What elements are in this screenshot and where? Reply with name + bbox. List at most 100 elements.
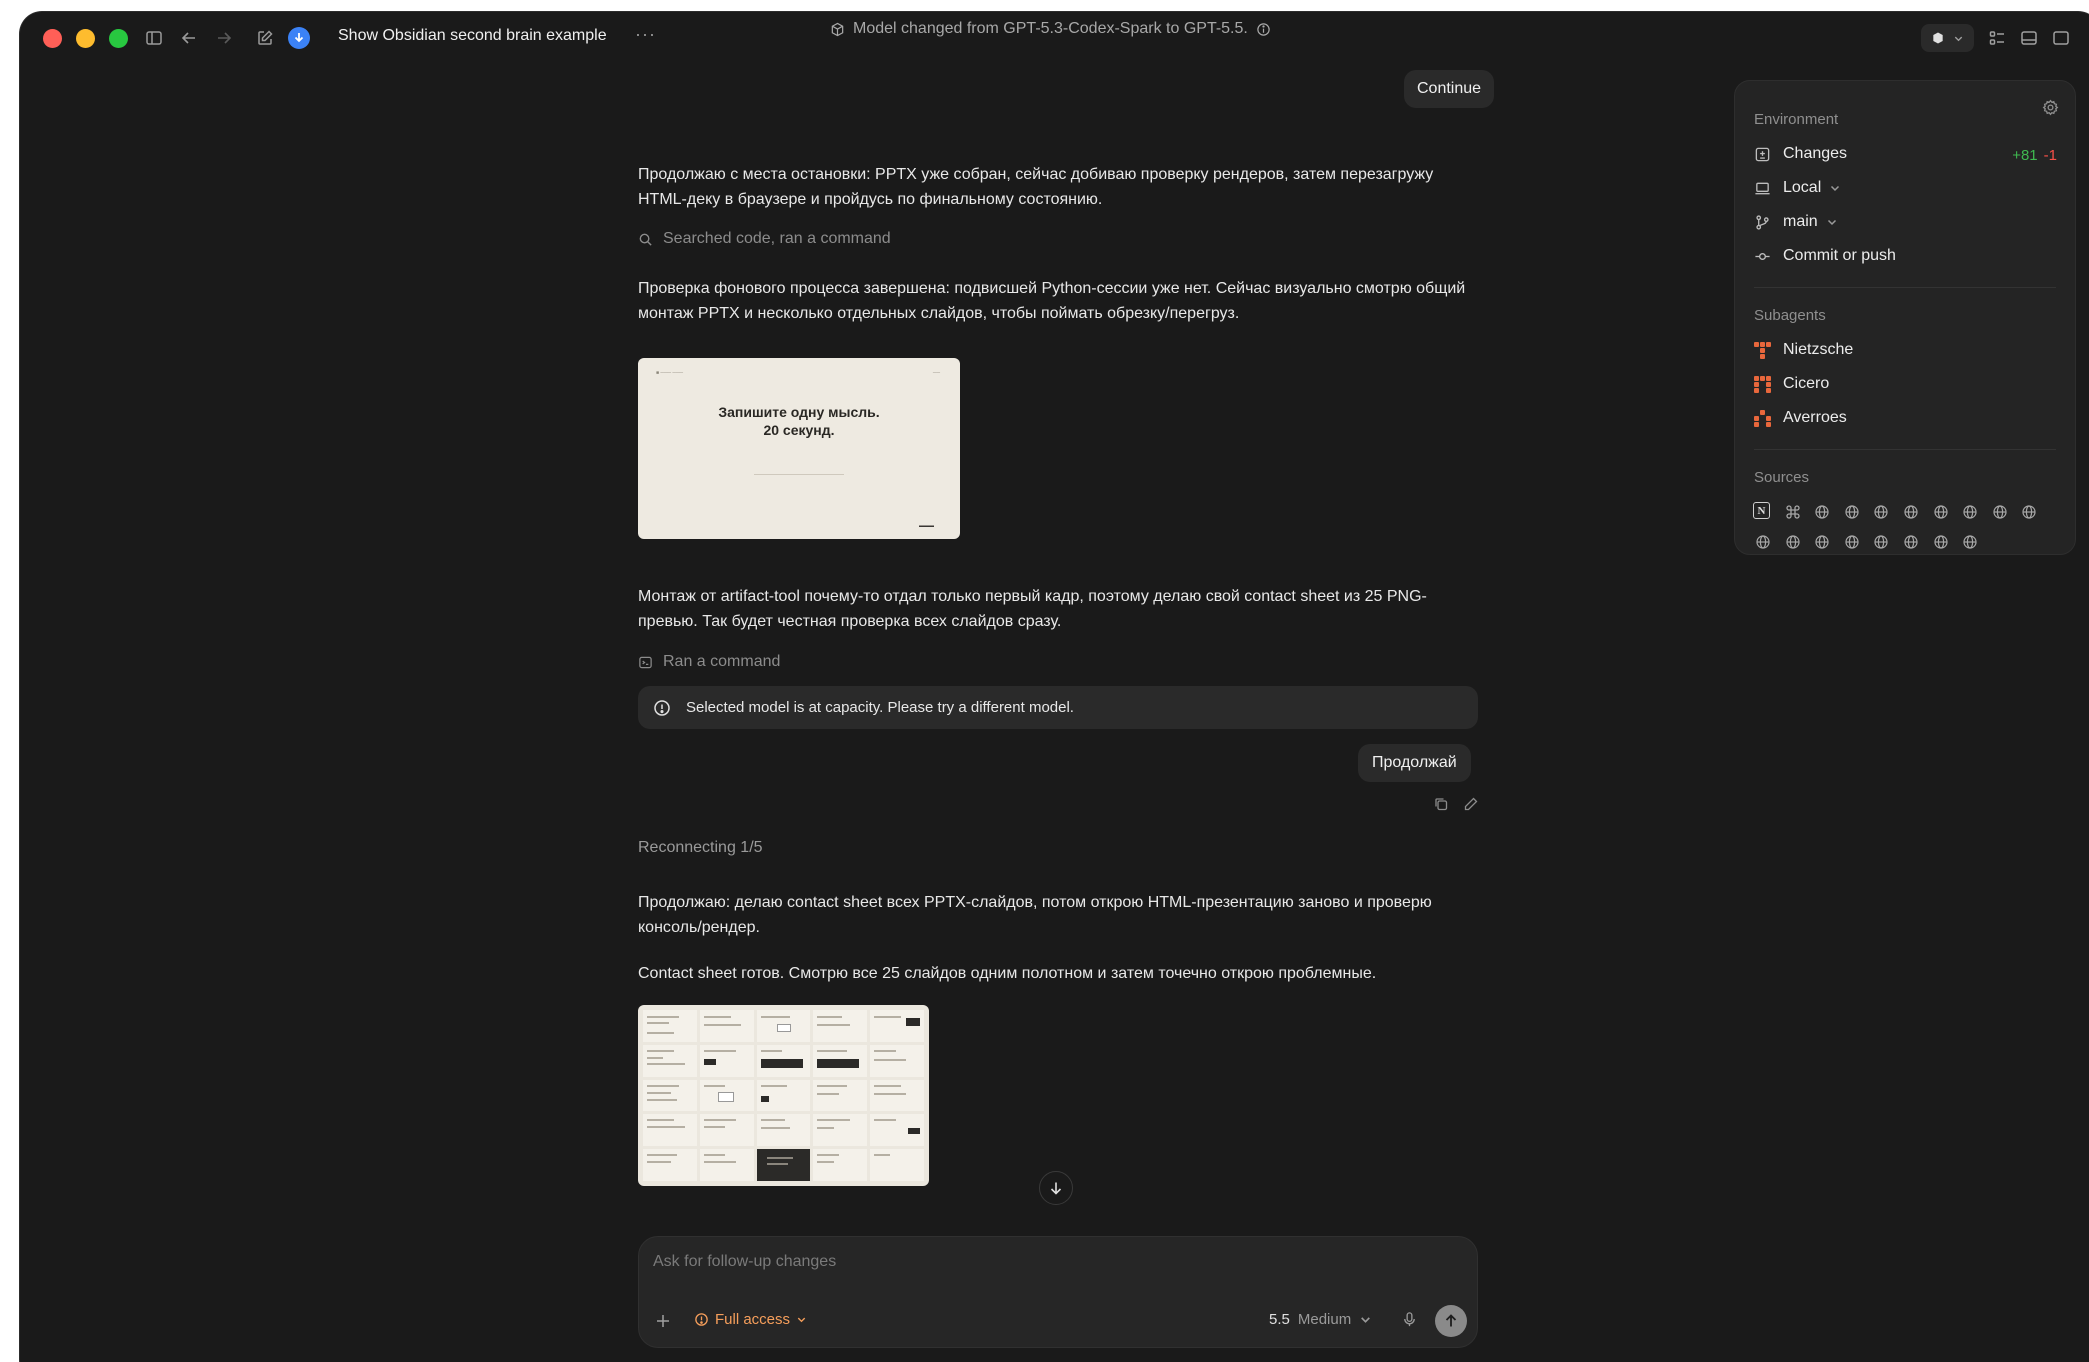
assistant-message: Продолжаю с места остановки: PPTX уже со… bbox=[638, 166, 1434, 208]
download-icon[interactable] bbox=[288, 27, 310, 49]
additions-count: +81 bbox=[2012, 147, 2038, 164]
globe-icon[interactable] bbox=[1753, 532, 1773, 552]
terminal-panel-icon[interactable] bbox=[2020, 24, 2038, 52]
contact-sheet-cell bbox=[870, 1149, 924, 1181]
contact-sheet-cell bbox=[756, 1114, 811, 1147]
gear-icon[interactable] bbox=[2042, 99, 2059, 121]
plus-icon bbox=[657, 1315, 669, 1327]
contact-sheet-cell bbox=[870, 1079, 924, 1112]
edit-icon[interactable] bbox=[1463, 796, 1479, 817]
slide-divider bbox=[754, 474, 844, 475]
forward-arrow-icon[interactable] bbox=[212, 26, 236, 50]
contact-sheet-cell bbox=[699, 1010, 754, 1042]
chevron-down-icon bbox=[797, 1317, 806, 1323]
branch-selector[interactable]: main bbox=[1754, 213, 1838, 231]
slide-preview-image[interactable]: ■ ─── ─── ── Запишите одну мысль. 20 сек… bbox=[638, 358, 960, 539]
cube-icon bbox=[1933, 32, 1943, 44]
globe-icon[interactable] bbox=[1990, 502, 2010, 522]
sidebar-toggle-icon[interactable] bbox=[142, 26, 166, 50]
contact-sheet-cell bbox=[813, 1044, 868, 1077]
back-arrow-icon[interactable] bbox=[177, 26, 201, 50]
location-selector[interactable]: Local bbox=[1754, 179, 1841, 197]
agent-avatar-icon bbox=[1754, 375, 1771, 393]
command-key-icon[interactable] bbox=[1783, 502, 1803, 522]
new-chat-icon[interactable] bbox=[253, 26, 277, 50]
contact-sheet-cell bbox=[813, 1079, 868, 1112]
subagents-heading: Subagents bbox=[1754, 307, 1826, 324]
git-commit-icon bbox=[1755, 252, 1770, 260]
subagent-name: Cicero bbox=[1783, 375, 1830, 392]
globe-icon[interactable] bbox=[1842, 502, 1862, 522]
title-bar-actions bbox=[1921, 24, 2070, 52]
globe-icon[interactable] bbox=[1812, 502, 1832, 522]
contact-sheet-image[interactable] bbox=[638, 1005, 929, 1186]
window-title: Show Obsidian second brain example bbox=[338, 27, 607, 44]
globe-icon[interactable] bbox=[1871, 532, 1891, 552]
app-window: Show Obsidian second brain example ··· M… bbox=[20, 12, 2089, 1362]
changes-label: Changes bbox=[1783, 145, 1848, 162]
cube-icon bbox=[831, 22, 844, 36]
globe-icon[interactable] bbox=[1783, 532, 1803, 552]
slide-heading: Запишите одну мысль. 20 секунд. bbox=[718, 404, 880, 438]
subagent-name: Nietzsche bbox=[1783, 341, 1854, 358]
laptop-icon bbox=[1755, 182, 1770, 194]
tool-activity-label: Ran a command bbox=[663, 653, 781, 670]
user-message: Продолжай bbox=[1358, 744, 1471, 782]
error-message: Selected model is at capacity. Please tr… bbox=[686, 699, 1074, 716]
model-selector[interactable]: 5.5 Medium bbox=[1269, 1311, 1372, 1328]
workspace-picker[interactable] bbox=[1921, 24, 1974, 52]
globe-icon[interactable] bbox=[1960, 502, 1980, 522]
tool-activity-command[interactable]: Ran a command bbox=[638, 653, 780, 671]
reasoning-effort: Medium bbox=[1297, 1311, 1352, 1328]
globe-icon[interactable] bbox=[1871, 502, 1891, 522]
subagent-item[interactable]: Averroes bbox=[1754, 409, 1847, 427]
copy-icon[interactable] bbox=[1433, 796, 1449, 817]
tool-activity-search[interactable]: Searched code, ran a command bbox=[638, 230, 891, 248]
follow-up-input[interactable] bbox=[653, 1253, 1433, 1271]
contact-sheet-cell bbox=[870, 1044, 924, 1077]
slide-corner-mark: ── bbox=[932, 370, 940, 376]
globe-icon[interactable] bbox=[1960, 532, 1980, 552]
add-attachment-button[interactable] bbox=[651, 1309, 675, 1333]
contact-sheet-cell bbox=[870, 1010, 924, 1042]
globe-icon[interactable] bbox=[1901, 532, 1921, 552]
assistant-message: Монтаж от artifact-tool почему-то отдал … bbox=[638, 588, 1427, 630]
continue-message: Continue bbox=[1404, 70, 1495, 108]
send-button[interactable] bbox=[1435, 1305, 1467, 1337]
close-window-button[interactable] bbox=[43, 29, 62, 48]
contact-sheet-cell bbox=[870, 1114, 924, 1147]
location-label: Local bbox=[1783, 179, 1822, 196]
minimize-window-button[interactable] bbox=[76, 29, 95, 48]
notion-icon[interactable]: N bbox=[1753, 502, 1770, 519]
arrow-down-icon bbox=[1050, 1182, 1062, 1195]
subagent-item[interactable]: Cicero bbox=[1754, 375, 1829, 393]
commit-or-push-item[interactable]: Commit or push bbox=[1754, 247, 1896, 265]
side-panel-icon[interactable] bbox=[2052, 24, 2070, 52]
chevron-down-icon bbox=[1831, 185, 1840, 192]
agent-avatar-icon bbox=[1754, 341, 1771, 359]
globe-icon[interactable] bbox=[1931, 532, 1951, 552]
globe-icon[interactable] bbox=[2019, 502, 2039, 522]
contact-sheet-cell bbox=[813, 1010, 868, 1042]
globe-icon[interactable] bbox=[1931, 502, 1951, 522]
reconnecting-status: Reconnecting 1/5 bbox=[638, 839, 763, 856]
changes-item[interactable]: Changes bbox=[1754, 145, 1847, 163]
error-banner: Selected model is at capacity. Please tr… bbox=[638, 686, 1478, 729]
scroll-to-bottom-button[interactable] bbox=[1039, 1171, 1073, 1205]
subagent-name: Averroes bbox=[1783, 409, 1847, 426]
contact-sheet-cell bbox=[643, 1114, 697, 1147]
assistant-message: Проверка фонового процесса завершена: по… bbox=[638, 280, 1466, 322]
subagent-item[interactable]: Nietzsche bbox=[1754, 341, 1853, 359]
access-level-selector[interactable]: Full access bbox=[694, 1311, 807, 1328]
globe-icon[interactable] bbox=[1901, 502, 1921, 522]
globe-icon[interactable] bbox=[1842, 532, 1862, 552]
environment-panel: Environment Changes +81 -1 Local main Com… bbox=[1734, 80, 2076, 555]
zoom-window-button[interactable] bbox=[109, 29, 128, 48]
more-options-icon[interactable]: ··· bbox=[635, 24, 656, 45]
contact-sheet-cell bbox=[756, 1044, 811, 1077]
task-list-icon[interactable] bbox=[1988, 24, 2006, 52]
sources-heading: Sources bbox=[1754, 469, 1810, 486]
globe-icon[interactable] bbox=[1812, 532, 1832, 552]
microphone-icon[interactable] bbox=[1401, 1311, 1418, 1333]
commit-label: Commit or push bbox=[1783, 247, 1896, 264]
